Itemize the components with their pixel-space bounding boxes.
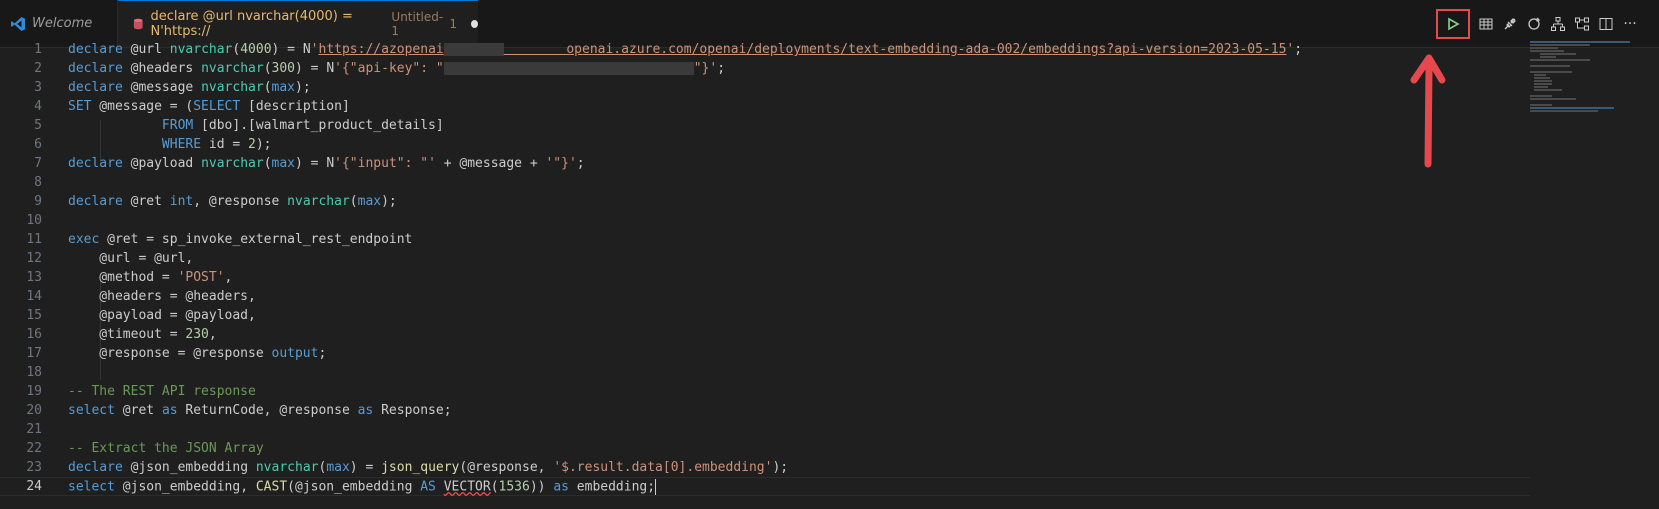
refresh-button[interactable] <box>1522 12 1546 36</box>
line-number: 9 <box>34 194 42 209</box>
text-cursor <box>655 478 657 495</box>
line-number: 6 <box>34 137 42 152</box>
code-line-22: 22 -- Extract the JSON Array <box>0 439 1530 458</box>
line-22-code: -- Extract the JSON Array <box>68 441 264 456</box>
code-line-13: 13 @method = 'POST', <box>0 268 1530 287</box>
minimap[interactable] <box>1530 37 1650 509</box>
line-9-code: declare @ret int, @response nvarchar(max… <box>68 194 397 209</box>
line-number: 1 <box>34 42 42 57</box>
code-line-21: 21 <box>0 420 1530 439</box>
tab-title: declare @url nvarchar(4000) = N'https:// <box>150 9 353 39</box>
explain-plan-button[interactable] <box>1546 12 1570 36</box>
database-icon <box>133 18 143 30</box>
line-5-code: FROM [dbo].[walmart_product_details] <box>161 118 444 133</box>
code-line-16: 16 @timeout = 230, <box>0 325 1530 344</box>
refresh-icon <box>1528 17 1541 30</box>
code-line-2: 2 declare @headers nvarchar(300) = N'{"a… <box>0 59 1530 78</box>
run-query-button[interactable] <box>1436 9 1470 39</box>
line-19-code: -- The REST API response <box>68 384 256 399</box>
code-line-5: 5 FROM [dbo].[walmart_product_details] <box>0 116 1530 135</box>
line-number: 4 <box>34 99 42 114</box>
results-grid-button[interactable] <box>1474 12 1498 36</box>
line-4-code: SET @message = (SELECT [description] <box>68 99 350 114</box>
line-number: 24 <box>26 479 42 494</box>
connect-icon <box>1504 18 1516 30</box>
unsaved-dot-icon[interactable] <box>471 20 478 28</box>
line-24-code: select @json_embedding, CAST(@json_embed… <box>68 478 657 495</box>
code-line-24: 24 select @json_embedding, CAST(@json_em… <box>0 477 1530 496</box>
line-number: 7 <box>34 156 42 171</box>
vscode-logo-icon <box>11 16 25 31</box>
code-line-20: 20 select @ret as ReturnCode, @response … <box>0 401 1530 420</box>
tab-problem-count: 1 <box>449 17 457 31</box>
line-number: 18 <box>26 365 42 380</box>
code-line-11: 11 exec @ret = sp_invoke_external_rest_e… <box>0 230 1530 249</box>
line-20-code: select @ret as ReturnCode, @response as … <box>68 403 452 418</box>
connect-button[interactable] <box>1498 12 1522 36</box>
code-line-14: 14 @headers = @headers, <box>0 287 1530 306</box>
code-line-8: 8 <box>0 173 1530 192</box>
tab-welcome-label: Welcome <box>32 16 93 31</box>
code-line-23: 23 declare @json_embedding nvarchar(max)… <box>0 458 1530 477</box>
line-14-code: @headers = @headers, <box>68 289 256 304</box>
line-number: 3 <box>34 80 42 95</box>
line-number: 13 <box>26 270 42 285</box>
run-icon <box>1448 17 1460 31</box>
explain-plan-icon <box>1551 17 1565 31</box>
query-plan-icon <box>1575 17 1589 31</box>
code-line-19: 19 -- The REST API response <box>0 382 1530 401</box>
code-line-7: 7 declare @payload nvarchar(max) = N'{"i… <box>0 154 1530 173</box>
results-grid-icon <box>1479 18 1493 30</box>
line-number: 15 <box>26 308 42 323</box>
code-line-4: 4 SET @message = (SELECT [description] <box>0 97 1530 116</box>
show-plan-button[interactable] <box>1570 12 1594 36</box>
line-15-code: @payload = @payload, <box>68 308 256 323</box>
code-line-1: 1 declare @url nvarchar(4000) = N'https:… <box>0 40 1530 59</box>
code-line-6: 6 WHERE id = 2); <box>0 135 1530 154</box>
code-line-10: 10 <box>0 211 1530 230</box>
line-12-code: @url = @url, <box>68 251 194 266</box>
code-editor[interactable]: 1 declare @url nvarchar(4000) = N'https:… <box>0 37 1530 509</box>
line-7-code: declare @payload nvarchar(max) = N'{"inp… <box>68 156 585 171</box>
line-number: 12 <box>26 251 42 266</box>
line-23-code: declare @json_embedding nvarchar(max) = … <box>68 460 789 475</box>
line-11-code: exec @ret = sp_invoke_external_rest_endp… <box>68 232 413 247</box>
line-number: 22 <box>26 441 42 456</box>
line-number: 17 <box>26 346 42 361</box>
line-number: 8 <box>34 175 42 190</box>
more-actions-icon: ··· <box>1623 16 1637 32</box>
line-number: 2 <box>34 61 42 76</box>
code-line-18: 18 <box>0 363 1530 382</box>
code-line-12: 12 @url = @url, <box>0 249 1530 268</box>
line-number: 5 <box>34 118 42 133</box>
line-13-code: @method = 'POST', <box>68 270 233 285</box>
split-editor-icon <box>1599 18 1613 30</box>
code-line-9: 9 declare @ret int, @response nvarchar(m… <box>0 192 1530 211</box>
line-6-code: WHERE id = 2); <box>161 137 272 152</box>
code-line-15: 15 @payload = @payload, <box>0 306 1530 325</box>
line-16-code: @timeout = 230, <box>68 327 217 342</box>
line-2-code: declare @headers nvarchar(300) = N'{"api… <box>68 61 726 76</box>
line-number: 21 <box>26 422 42 437</box>
split-editor-button[interactable] <box>1594 12 1618 36</box>
line-3-code: declare @message nvarchar(max); <box>68 80 311 95</box>
code-line-17: 17 @response = @response output; <box>0 344 1530 363</box>
line-number: 23 <box>26 460 42 475</box>
line-17-code: @response = @response output; <box>68 346 327 361</box>
line-number: 20 <box>26 403 42 418</box>
line-number: 14 <box>26 289 42 304</box>
line-1-code: declare @url nvarchar(4000) = N'https://… <box>68 42 1303 57</box>
tab-description: Untitled-1 <box>391 10 444 38</box>
code-line-3: 3 declare @message nvarchar(max); <box>0 78 1530 97</box>
line-number: 11 <box>26 232 42 247</box>
more-actions-button[interactable]: ··· <box>1618 12 1642 36</box>
line-number: 16 <box>26 327 42 342</box>
line-number: 19 <box>26 384 42 399</box>
line-number: 10 <box>26 213 42 228</box>
